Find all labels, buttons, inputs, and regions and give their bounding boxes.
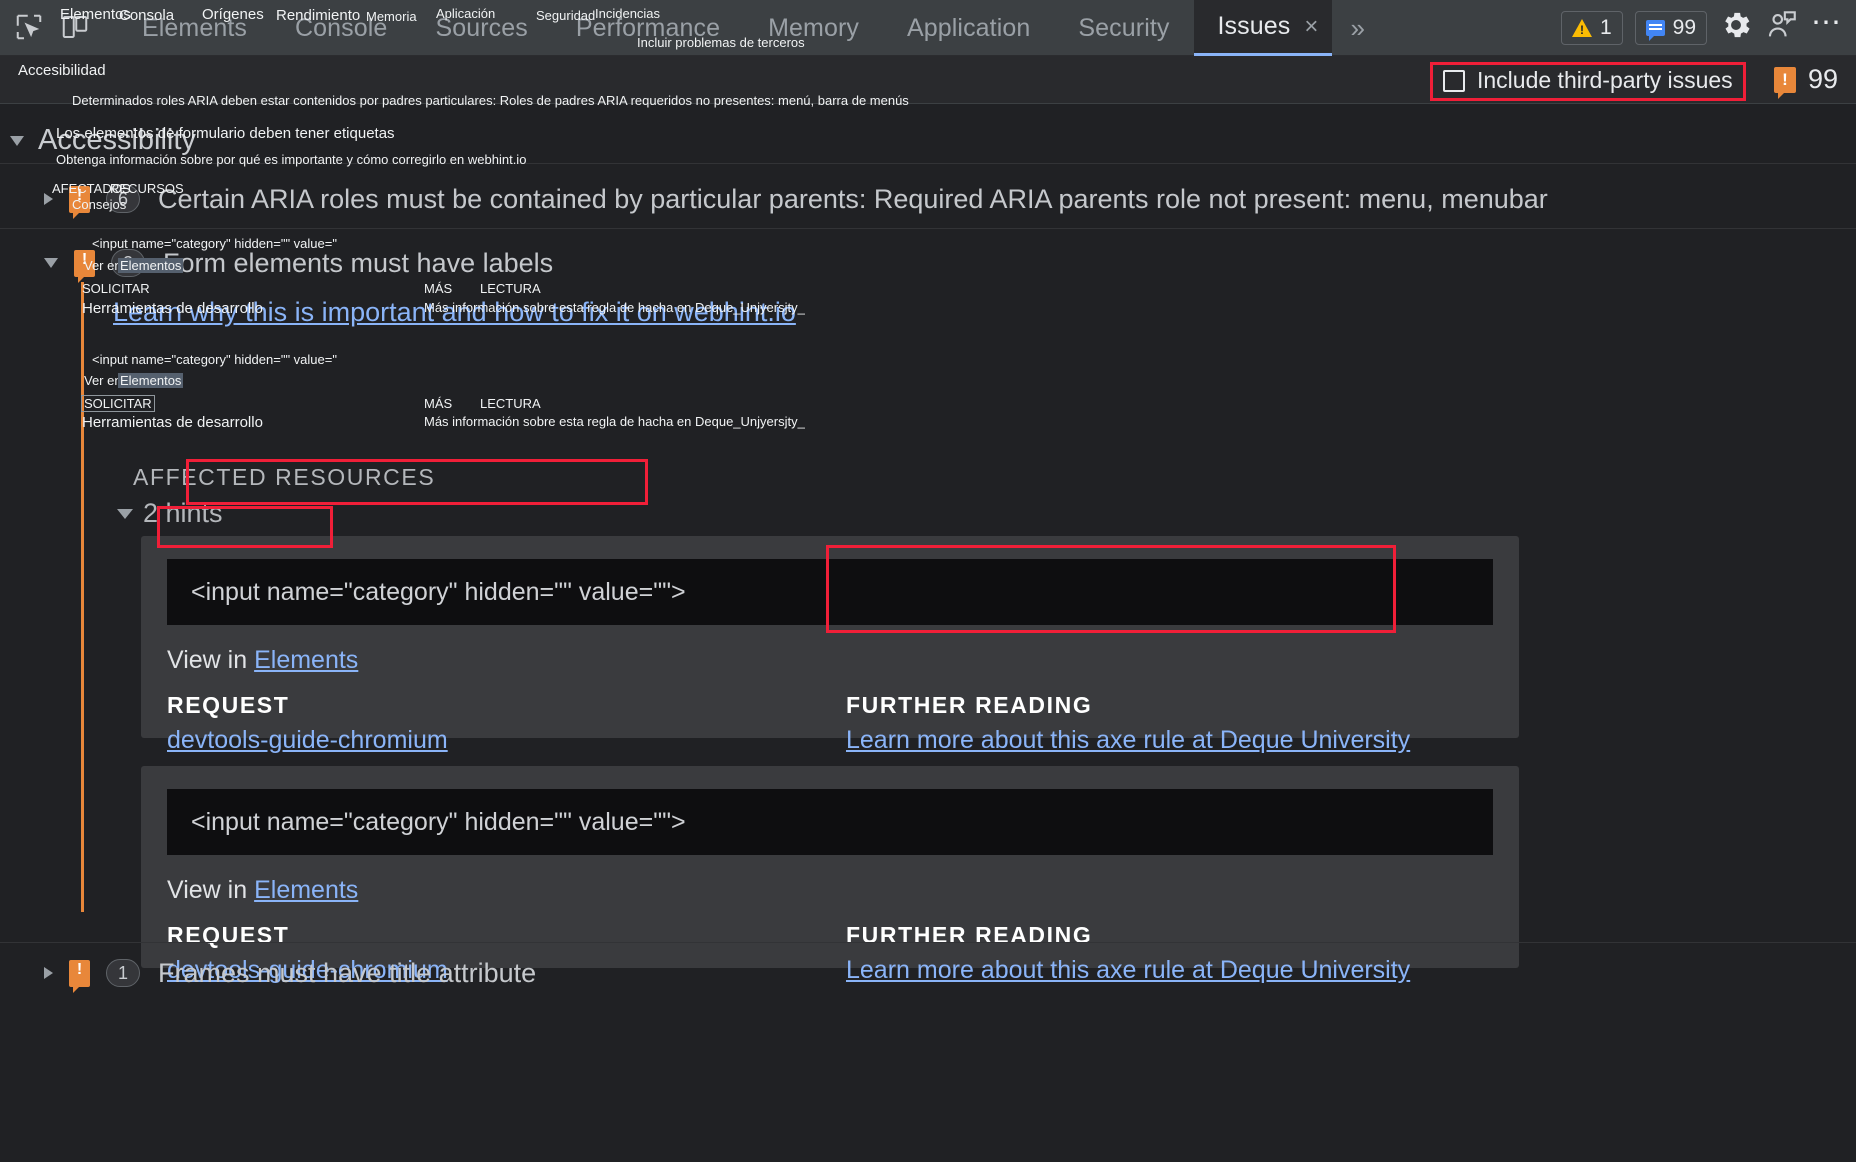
issue-flag-icon: ! [1773, 66, 1796, 99]
annotation-code-snippet: <input name="category" hidden="" value=" [92, 352, 337, 367]
annotation-elements: Elementos [118, 258, 184, 273]
view-in-prefix: View in [167, 876, 248, 904]
annotation-tab-memory: Memoria [366, 9, 417, 24]
annotation-tab-application: Aplicación [436, 6, 496, 21]
more-tabs-icon[interactable]: » [1332, 0, 1382, 56]
warning-count: 1 [1599, 15, 1612, 39]
issue-row-aria-roles[interactable]: ! 6 Certain ARIA roles must be contained… [0, 176, 1856, 222]
row-divider [0, 942, 1856, 943]
annotation-third-party: Incluir problemas de terceros [637, 35, 805, 50]
annotation-tab-issues: Incidencias [595, 6, 661, 21]
tab-application[interactable]: Application [883, 0, 1054, 56]
annotation-deque: Más información sobre esta regla de hach… [424, 300, 805, 315]
further-reading-link[interactable]: Learn more about this axe rule at Deque … [846, 726, 1410, 755]
annotation-tab-security: Seguridad [536, 8, 596, 23]
tab-label: Application [906, 13, 1031, 42]
annotation-request: SOLICITAR [81, 395, 155, 412]
annotation-devtools: Herramientas de desarrollo [82, 414, 263, 431]
affected-resources-label: AFFECTED RESOURCES [133, 464, 436, 490]
tab-security[interactable]: Security [1054, 0, 1193, 56]
warning-count-chip[interactable]: 1 [1560, 10, 1623, 45]
annotation-webhint: Obtenga información sobre por qué es imp… [56, 152, 527, 167]
chevron-right-icon [44, 967, 53, 979]
gear-icon[interactable] [1719, 8, 1753, 47]
annotation-view-in: Ver en [84, 373, 122, 388]
annotation-deque: Más información sobre esta regla de hach… [424, 414, 805, 429]
annotation-more: MÁS [424, 281, 453, 296]
warning-triangle-icon [1571, 18, 1592, 37]
annotation-tab-sources: Orígenes [202, 6, 264, 23]
annotation-devtools: Herramientas de desarrollo [82, 300, 263, 317]
view-in-elements-row: View in Elements [167, 646, 358, 675]
annotation-form-labels: Los elementos de formulario deben tener … [56, 125, 395, 142]
tab-label: Issues [1217, 12, 1291, 40]
include-third-party-checkbox[interactable]: Include third-party issues [1430, 62, 1746, 101]
close-icon[interactable]: × [1304, 14, 1318, 39]
chevron-down-icon [10, 135, 24, 146]
issue-flag-icon: ! [69, 959, 90, 993]
issues-total-count: 99 [1807, 64, 1838, 94]
toolbar-right-controls: 1 99 ⋯ [1560, 8, 1844, 47]
issue-count-badge: 1 [106, 959, 140, 987]
issues-total-badge: ! 99 [1773, 64, 1838, 99]
view-in-elements-link[interactable]: Elements [254, 646, 358, 674]
annotation-aria-issue: Determinados roles ARIA deben estar cont… [72, 93, 909, 108]
chevron-down-icon [117, 508, 133, 519]
person-feedback-icon[interactable] [1765, 8, 1799, 47]
code-snippet-text: <input name="category" hidden="" value="… [191, 577, 686, 606]
annotation-tab-console: Consola [119, 7, 175, 24]
request-link[interactable]: devtools-guide-chromium [167, 726, 448, 755]
further-reading-label: FURTHER READING [846, 692, 1093, 718]
issue-detail-panel: Learn why this is important and how to f… [0, 282, 1856, 984]
issues-count-chip[interactable]: 99 [1634, 10, 1707, 45]
row-divider [0, 228, 1856, 229]
annotation-hints: Consejos [72, 197, 127, 212]
annotation-tab-performance: Rendimiento [276, 7, 361, 24]
annotation-request: SOLICITAR [82, 281, 150, 296]
code-snippet-block: <input name="category" hidden="" value="… [167, 559, 1493, 625]
hints-label: 2 hints [143, 498, 223, 528]
inspect-element-icon[interactable] [8, 6, 50, 48]
include-third-party-label: Include third-party issues [1477, 67, 1733, 93]
annotation-reading: LECTURA [480, 396, 541, 411]
hints-toggle[interactable]: 2 hints [117, 498, 223, 529]
issue-title: Form elements must have labels [163, 247, 554, 278]
issues-count: 99 [1672, 15, 1696, 39]
issues-tree: Accessibility ! 6 Certain ARIA roles mus… [0, 104, 1856, 1162]
more-options-icon[interactable]: ⋯ [1811, 8, 1844, 40]
code-snippet-block: <input name="category" hidden="" value="… [167, 789, 1493, 855]
issue-title: Frames must have title attribute [158, 957, 537, 988]
annotation-view-in: Ver en [84, 258, 122, 273]
affected-resource-card: <input name="category" hidden="" value="… [141, 766, 1519, 984]
issue-title: Certain ARIA roles must be contained by … [158, 183, 1548, 214]
annotation-more: MÁS [424, 396, 453, 411]
view-in-prefix: View in [167, 646, 248, 674]
affected-resource-card: <input name="category" hidden="" value="… [141, 536, 1519, 754]
issue-row-frames-title[interactable]: ! 1 Frames must have title attribute [0, 950, 1856, 996]
view-in-elements-link[interactable]: Elements [254, 876, 358, 904]
annotation-elements: Elementos [118, 373, 184, 388]
annotation-code-snippet: <input name="category" hidden="" value=" [92, 236, 337, 251]
tab-label: Security [1078, 13, 1170, 42]
code-snippet-text: <input name="category" hidden="" value="… [191, 807, 686, 836]
tab-issues[interactable]: Issues × [1193, 0, 1333, 56]
annotation-reading: LECTURA [480, 281, 541, 296]
annotation-accessibility: Accesibilidad [18, 62, 106, 79]
checkbox-box-icon[interactable] [1443, 69, 1465, 92]
request-label: REQUEST [167, 922, 290, 948]
issue-badge-icon [1645, 19, 1665, 41]
chevron-down-icon [44, 258, 58, 268]
annotation-resources: RECURSOS [110, 181, 184, 196]
further-reading-label: FURTHER READING [846, 922, 1093, 948]
request-label: REQUEST [167, 692, 290, 718]
devtools-issues-panel: Elements Console Sources Performance Mem… [0, 0, 1856, 1162]
view-in-elements-row: View in Elements [167, 876, 358, 905]
